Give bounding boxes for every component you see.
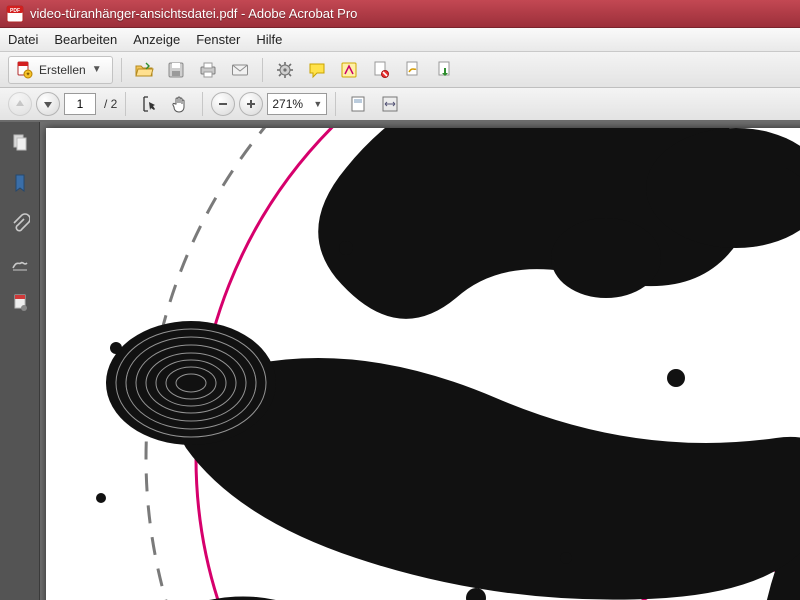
- highlight-button[interactable]: [335, 56, 363, 84]
- menu-edit[interactable]: Bearbeiten: [54, 32, 117, 47]
- folder-open-icon: [134, 60, 154, 80]
- speech-bubble-icon: [307, 60, 327, 80]
- pdf-page: [46, 128, 800, 600]
- envelope-icon: [230, 60, 250, 80]
- menu-help[interactable]: Hilfe: [256, 32, 282, 47]
- separator: [202, 92, 203, 116]
- paperclip-icon: [10, 213, 30, 233]
- thumbnails-panel-button[interactable]: [7, 130, 33, 156]
- zoom-in-button[interactable]: [239, 92, 263, 116]
- document-viewport[interactable]: [40, 122, 800, 600]
- create-button-label: Erstellen: [39, 63, 86, 77]
- separator: [121, 58, 122, 82]
- pdf-app-icon: PDF: [6, 5, 24, 23]
- menubar: Datei Bearbeiten Anzeige Fenster Hilfe: [0, 28, 800, 52]
- toolbar-navigation: / 2 271% ▼: [0, 88, 800, 122]
- plus-icon: [245, 98, 257, 110]
- document-icon: [10, 293, 30, 313]
- text-select-icon: [138, 94, 158, 114]
- menu-file[interactable]: Datei: [8, 32, 38, 47]
- signatures-panel-button[interactable]: [7, 250, 33, 276]
- attachments-panel-button[interactable]: [7, 210, 33, 236]
- bookmark-icon: [10, 173, 30, 193]
- hand-tool-button[interactable]: [166, 90, 194, 118]
- arrow-up-icon: [14, 98, 26, 110]
- separator: [125, 92, 126, 116]
- export-button[interactable]: [431, 56, 459, 84]
- mail-button[interactable]: [226, 56, 254, 84]
- page-thumb-icon: [10, 133, 30, 153]
- page-number-input[interactable]: [64, 93, 96, 115]
- doc-panel-button[interactable]: [7, 290, 33, 316]
- gear-icon: [275, 60, 295, 80]
- page-total-label: / 2: [104, 97, 117, 111]
- titlebar: PDF video-türanhänger-ansichtsdatei.pdf …: [0, 0, 800, 28]
- open-button[interactable]: [130, 56, 158, 84]
- cert-button[interactable]: [367, 56, 395, 84]
- arrow-down-icon: [42, 98, 54, 110]
- separator: [262, 58, 263, 82]
- zoom-level-select[interactable]: 271% ▼: [267, 93, 327, 115]
- sign-icon: [403, 60, 423, 80]
- zoom-level-value: 271%: [272, 97, 303, 111]
- select-tool-button[interactable]: [134, 90, 162, 118]
- fit-page-icon: [348, 94, 368, 114]
- chevron-down-icon: ▼: [92, 64, 102, 75]
- prev-page-button[interactable]: [8, 92, 32, 116]
- minus-icon: [217, 98, 229, 110]
- pdf-create-icon: ✦: [15, 61, 33, 79]
- content-area: [0, 122, 800, 600]
- menu-window[interactable]: Fenster: [196, 32, 240, 47]
- comment-button[interactable]: [303, 56, 331, 84]
- floppy-icon: [166, 60, 186, 80]
- print-button[interactable]: [194, 56, 222, 84]
- save-button[interactable]: [162, 56, 190, 84]
- next-page-button[interactable]: [36, 92, 60, 116]
- sign-button[interactable]: [399, 56, 427, 84]
- bookmarks-panel-button[interactable]: [7, 170, 33, 196]
- certificate-icon: [371, 60, 391, 80]
- highlight-icon: [339, 60, 359, 80]
- navigation-panel: [0, 122, 40, 600]
- svg-text:PDF: PDF: [10, 8, 20, 14]
- prefs-button[interactable]: [271, 56, 299, 84]
- separator: [335, 92, 336, 116]
- window-title: video-türanhänger-ansichtsdatei.pdf - Ad…: [30, 6, 357, 21]
- printer-icon: [198, 60, 218, 80]
- export-icon: [435, 60, 455, 80]
- fit-page-button[interactable]: [344, 90, 372, 118]
- menu-view[interactable]: Anzeige: [133, 32, 180, 47]
- toolbar-primary: ✦ Erstellen ▼: [0, 52, 800, 88]
- fit-width-button[interactable]: [376, 90, 404, 118]
- zoom-out-button[interactable]: [211, 92, 235, 116]
- chevron-down-icon: ▼: [313, 99, 322, 109]
- page-artwork: [46, 128, 800, 600]
- create-button[interactable]: ✦ Erstellen ▼: [8, 56, 113, 84]
- hand-icon: [170, 94, 190, 114]
- fit-width-icon: [380, 94, 400, 114]
- svg-text:✦: ✦: [25, 71, 30, 78]
- signature-icon: [10, 253, 30, 273]
